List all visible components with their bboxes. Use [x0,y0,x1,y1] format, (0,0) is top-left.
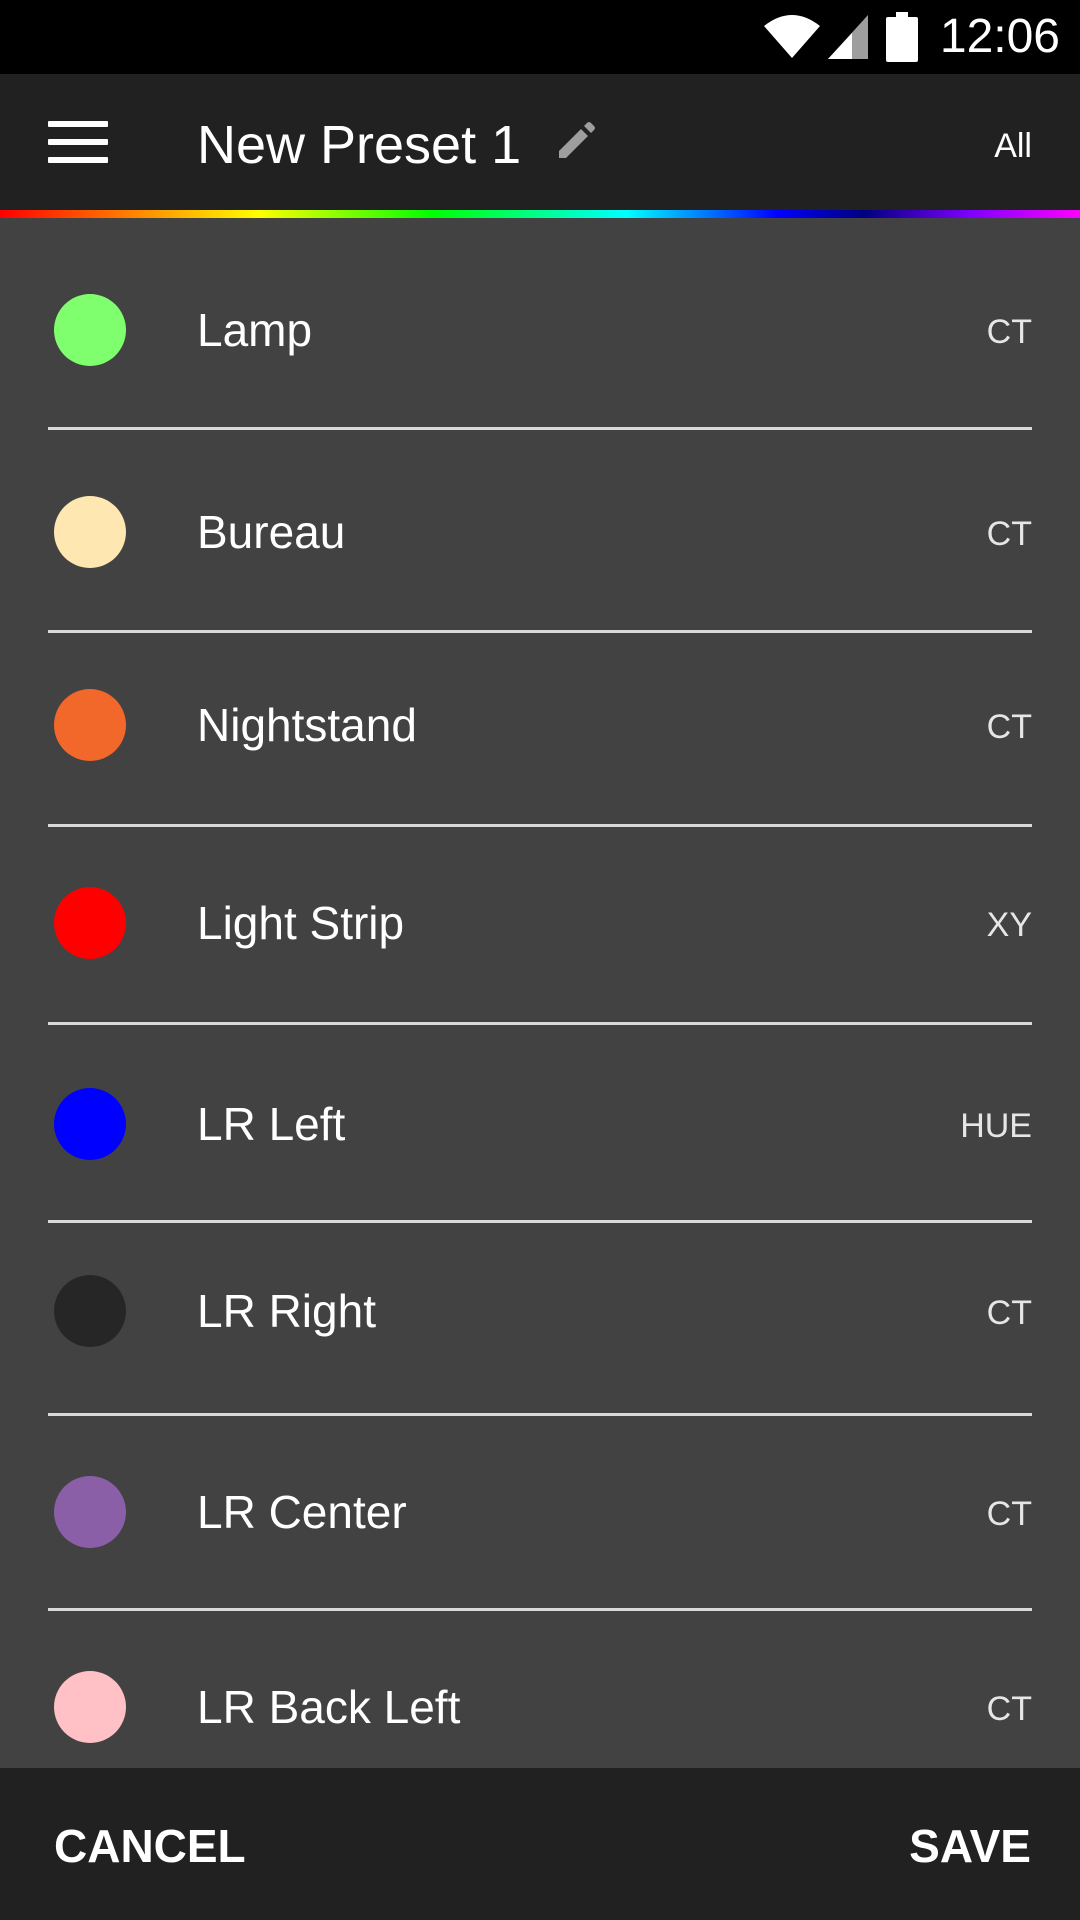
light-name: LR Center [197,1486,407,1538]
bottom-action-bar: CANCEL SAVE [0,1768,1080,1920]
light-row[interactable]: Light Strip XY [0,827,1080,1019]
status-icons: 12:06 [762,0,1080,74]
light-row[interactable]: LR Right CT [0,1223,1080,1413]
preset-title[interactable]: New Preset 1 [197,114,521,176]
cell-signal-icon [827,15,868,59]
status-time: 12:06 [939,10,1060,63]
light-mode-label: CT [986,1294,1032,1332]
light-color-swatch[interactable] [54,496,126,568]
light-row[interactable]: Lamp CT [0,218,1080,426]
light-mode-label: CT [986,1690,1032,1728]
light-mode-label: HUE [960,1107,1032,1145]
rainbow-accent-bar [0,210,1080,218]
hamburger-menu-icon[interactable] [40,112,120,172]
cancel-button[interactable]: CANCEL [54,1820,246,1872]
light-mode-label: CT [986,1495,1032,1533]
light-name: Bureau [197,506,346,558]
preset-editor-screen: 12:06 New Preset 1 All Lamp CT Bureau CT [0,0,1080,1920]
light-list: Lamp CT Bureau CT Nightstand CT Light St… [0,218,1080,1768]
light-row[interactable]: Bureau CT [0,430,1080,622]
light-mode-label: XY [986,906,1032,944]
light-color-swatch[interactable] [54,689,126,761]
battery-icon [885,12,918,62]
light-name: LR Back Left [197,1681,461,1733]
light-mode-label: CT [986,708,1032,746]
light-color-swatch[interactable] [54,1476,126,1548]
light-color-swatch[interactable] [54,887,126,959]
light-name: LR Right [197,1285,376,1337]
filter-all-button[interactable]: All [994,126,1032,166]
light-name: Light Strip [197,897,405,949]
light-name: Nightstand [197,699,417,751]
light-color-swatch[interactable] [54,1671,126,1743]
light-row[interactable]: LR Back Left CT [0,1611,1080,1768]
light-name: LR Left [197,1098,346,1150]
status-bar: 12:06 [0,0,1080,74]
wifi-icon [763,15,820,58]
light-row[interactable]: Nightstand CT [0,633,1080,823]
save-button[interactable]: SAVE [909,1820,1031,1872]
light-color-swatch[interactable] [54,1088,126,1160]
light-mode-label: CT [986,515,1032,553]
light-color-swatch[interactable] [54,1275,126,1347]
pencil-icon[interactable] [553,120,597,164]
light-mode-label: CT [986,313,1032,351]
app-bar: New Preset 1 All [0,74,1080,210]
light-row[interactable]: LR Left HUE [0,1025,1080,1220]
light-color-swatch[interactable] [54,294,126,366]
light-name: Lamp [197,304,313,356]
light-row[interactable]: LR Center CT [0,1416,1080,1606]
